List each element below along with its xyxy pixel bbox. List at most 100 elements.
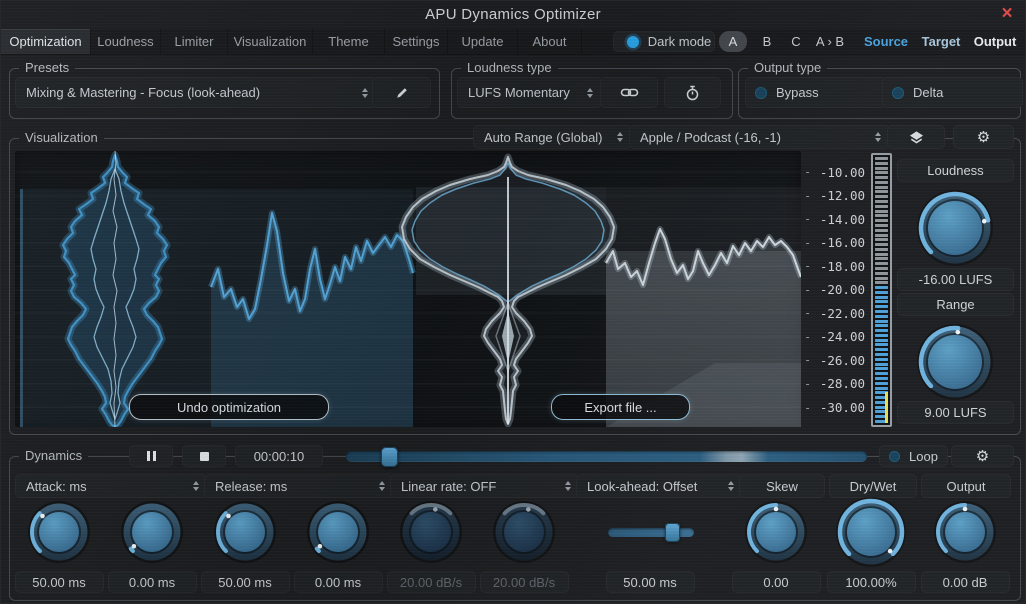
transport-position-slider[interactable]: [346, 446, 867, 467]
undo-optimization-button[interactable]: Undo optimization: [129, 394, 329, 420]
visualization-group-label: Visualization: [19, 130, 104, 145]
loudness-type-select[interactable]: LUFS Momentary: [457, 77, 602, 108]
scale-tick: - -28.00: [804, 376, 865, 392]
snapshot-b-button[interactable]: B: [753, 31, 781, 52]
look-ahead-slider-value[interactable]: 50.00 ms: [605, 571, 695, 593]
skew-knob-value[interactable]: 0.00: [731, 571, 821, 593]
gear-icon: ⚙: [975, 447, 990, 465]
visualization-canvas[interactable]: [15, 150, 804, 431]
attack-knob-1[interactable]: [26, 499, 92, 570]
look-ahead-slider[interactable]: [608, 523, 694, 542]
attack-knob-2[interactable]: [119, 499, 185, 570]
release-knob-2-value[interactable]: 0.00 ms: [293, 571, 383, 593]
scale-tick: - -20.00: [804, 282, 865, 298]
stop-icon: [199, 451, 209, 461]
loudness-link-button[interactable]: [600, 77, 658, 108]
loudness-target-value[interactable]: -16.00 LUFS: [897, 268, 1014, 291]
loop-led-icon: [889, 450, 900, 462]
transport-slider-handle[interactable]: [381, 446, 399, 467]
range-knob[interactable]: [915, 322, 995, 407]
view-source-button[interactable]: Source: [859, 31, 913, 52]
layers-icon: [909, 130, 923, 143]
output-type-group-label: Output type: [748, 60, 828, 75]
output-knob[interactable]: [932, 499, 998, 570]
param-look-ahead-offset-select[interactable]: Look-ahead: Offset: [576, 474, 743, 498]
auto-range-select[interactable]: Auto Range (Global): [473, 125, 632, 149]
stopwatch-icon: [686, 85, 699, 100]
plugin-window: APU Dynamics Optimizer × Optimization Lou…: [0, 0, 1026, 604]
pause-button[interactable]: [129, 445, 173, 467]
visualization-settings-button[interactable]: ⚙: [953, 125, 1014, 149]
preset-edit-button[interactable]: [372, 77, 431, 108]
tab-loudness[interactable]: Loudness: [91, 29, 161, 54]
range-value[interactable]: 9.00 LUFS: [897, 401, 1014, 424]
export-file-button[interactable]: Export file ...: [551, 394, 690, 420]
chain-link-icon: [620, 88, 638, 97]
param-output-label: Output: [921, 474, 1011, 498]
skew-knob[interactable]: [743, 499, 809, 570]
attack-knob-2-value[interactable]: 0.00 ms: [107, 571, 197, 593]
tab-settings[interactable]: Settings: [385, 29, 448, 54]
dry-wet-knob-value[interactable]: 100.00%: [826, 571, 916, 593]
loudness-target-label: Loudness: [897, 159, 1014, 182]
ab-compare-button[interactable]: A › B: [807, 31, 853, 52]
loudness-response-button[interactable]: [664, 77, 721, 108]
bypass-led-icon: [755, 86, 767, 99]
loudness-type-group-label: Loudness type: [461, 60, 558, 75]
tab-update[interactable]: Update: [448, 29, 518, 54]
linear-rate-knob-2[interactable]: [491, 499, 557, 570]
attack-knob-1-value[interactable]: 50.00 ms: [14, 571, 104, 593]
look-ahead-slider-handle[interactable]: [664, 523, 680, 542]
output-knob-value[interactable]: 0.00 dB: [920, 571, 1010, 593]
tab-bar: Optimization Loudness Limiter Visualization…: [1, 29, 1025, 55]
param-attack-ms-select[interactable]: Attack: ms: [15, 474, 208, 498]
view-output-button[interactable]: Output: [967, 31, 1023, 52]
chevron-updown-icon: [362, 87, 368, 98]
param-linear-rate-off-select[interactable]: Linear rate: OFF: [390, 474, 580, 498]
pause-icon: [146, 451, 150, 461]
dynamics-settings-button[interactable]: ⚙: [951, 445, 1014, 467]
release-knob-1-value[interactable]: 50.00 ms: [200, 571, 290, 593]
linear-rate-knob-1-value[interactable]: 20.00 dB/s: [386, 571, 476, 593]
scale-tick: - -22.00: [804, 305, 865, 321]
time-display[interactable]: 00:00:10: [235, 445, 323, 467]
preset-select[interactable]: Mixing & Mastering - Focus (look-ahead): [15, 77, 377, 108]
dark-mode-toggle[interactable]: Dark mode: [613, 31, 715, 52]
tab-visualization[interactable]: Visualization: [228, 29, 313, 54]
linear-rate-knob-1[interactable]: [398, 499, 464, 570]
close-icon[interactable]: ×: [997, 3, 1017, 25]
tab-optimization[interactable]: Optimization: [1, 29, 91, 54]
snapshot-c-button[interactable]: C: [782, 31, 810, 52]
tab-theme[interactable]: Theme: [313, 29, 385, 54]
loop-toggle[interactable]: Loop: [879, 445, 948, 467]
tab-about[interactable]: About: [518, 29, 582, 54]
release-knob-1[interactable]: [212, 499, 278, 570]
linear-rate-knob-2-value[interactable]: 20.00 dB/s: [479, 571, 569, 593]
scale-tick: - -16.00: [804, 235, 865, 251]
view-target-button[interactable]: Target: [915, 31, 967, 52]
preset-select-value: Mixing & Mastering - Focus (look-ahead): [26, 85, 261, 100]
tab-limiter[interactable]: Limiter: [161, 29, 228, 54]
snapshot-a-button[interactable]: A: [719, 31, 747, 52]
chevron-updown-icon: [728, 481, 734, 491]
meter-peak-indicator: [885, 392, 888, 423]
layers-button[interactable]: [887, 125, 945, 149]
delta-toggle[interactable]: Delta: [882, 77, 1023, 108]
bypass-toggle[interactable]: Bypass: [745, 77, 886, 108]
chevron-updown-icon: [379, 481, 385, 491]
param-skew-label: Skew: [739, 474, 825, 498]
gear-icon: ⚙: [976, 128, 991, 146]
dry-wet-knob[interactable]: [834, 495, 908, 574]
release-knob-2[interactable]: [305, 499, 371, 570]
param-release-ms-select[interactable]: Release: ms: [204, 474, 394, 498]
stop-button[interactable]: [182, 445, 226, 467]
loudness-target-knob[interactable]: [915, 188, 995, 273]
meter-segments: [875, 157, 888, 423]
bypass-label: Bypass: [776, 85, 819, 100]
delta-led-icon: [892, 86, 904, 99]
scale-tick: - -12.00: [804, 188, 865, 204]
scale-tick: - -26.00: [804, 352, 865, 368]
title-bar: APU Dynamics Optimizer ×: [1, 1, 1025, 29]
chevron-updown-icon: [617, 132, 623, 142]
target-preset-select[interactable]: Apple / Podcast (-16, -1): [629, 125, 890, 149]
